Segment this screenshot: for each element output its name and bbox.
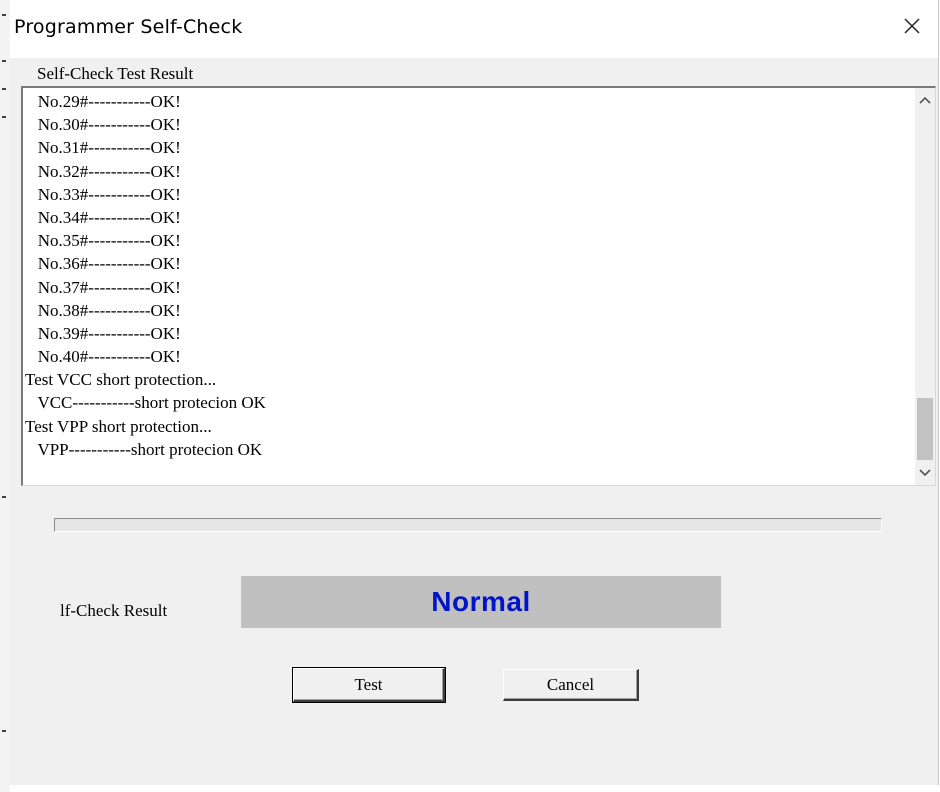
- close-button[interactable]: [892, 10, 932, 46]
- result-line: No.35#-----------OK!: [25, 231, 181, 251]
- self-check-result-panel: Normal: [241, 576, 721, 628]
- edge-mark: [2, 116, 6, 118]
- edge-mark: [2, 60, 6, 62]
- self-check-result-label: lf-Check Result: [60, 601, 168, 620]
- progress-bar: [54, 518, 882, 532]
- result-line: VPP-----------short protecion OK: [25, 439, 263, 459]
- edge-mark: [2, 496, 6, 498]
- self-check-dialog: Programmer Self-Check Self-Check Test Re…: [10, 0, 939, 786]
- window-title: Programmer Self-Check: [14, 16, 243, 38]
- result-line: Test VPP short protection...: [25, 416, 212, 436]
- result-line: No.30#-----------OK!: [25, 115, 181, 135]
- scroll-up-button[interactable]: [915, 90, 935, 110]
- close-icon: [903, 17, 921, 40]
- result-line: No.29#-----------OK!: [25, 92, 181, 111]
- result-line: No.33#-----------OK!: [25, 184, 181, 204]
- cancel-button[interactable]: Cancel: [503, 669, 639, 701]
- result-lines: No.29#-----------OK! No.30#-----------OK…: [23, 88, 913, 461]
- result-line: Test VCC short protection...: [25, 370, 217, 390]
- edge-mark: [2, 88, 6, 90]
- result-line: VCC-----------short protecion OK: [25, 393, 266, 413]
- chevron-up-icon: [919, 91, 931, 109]
- result-line: No.36#-----------OK!: [25, 254, 181, 274]
- result-line: No.32#-----------OK!: [25, 161, 181, 181]
- result-line: No.37#-----------OK!: [25, 277, 181, 297]
- chevron-down-icon: [919, 464, 931, 482]
- background-strip: [10, 785, 940, 792]
- test-button[interactable]: Test: [292, 667, 446, 703]
- result-line: No.40#-----------OK!: [25, 347, 181, 367]
- result-line: No.38#-----------OK!: [25, 300, 181, 320]
- scrollbar-thumb[interactable]: [917, 398, 933, 460]
- scroll-down-button[interactable]: [915, 463, 935, 483]
- result-line: No.39#-----------OK!: [25, 323, 181, 343]
- results-group-label: Self-Check Test Result: [37, 64, 194, 83]
- results-listbox[interactable]: No.29#-----------OK! No.30#-----------OK…: [21, 86, 936, 486]
- result-line: No.34#-----------OK!: [25, 207, 181, 227]
- vertical-scrollbar[interactable]: [915, 88, 935, 485]
- self-check-result-value: Normal: [431, 586, 531, 617]
- edge-mark: [2, 730, 6, 732]
- result-line: No.31#-----------OK!: [25, 138, 181, 158]
- title-bar: Programmer Self-Check: [10, 0, 938, 58]
- edge-mark: [2, 14, 6, 16]
